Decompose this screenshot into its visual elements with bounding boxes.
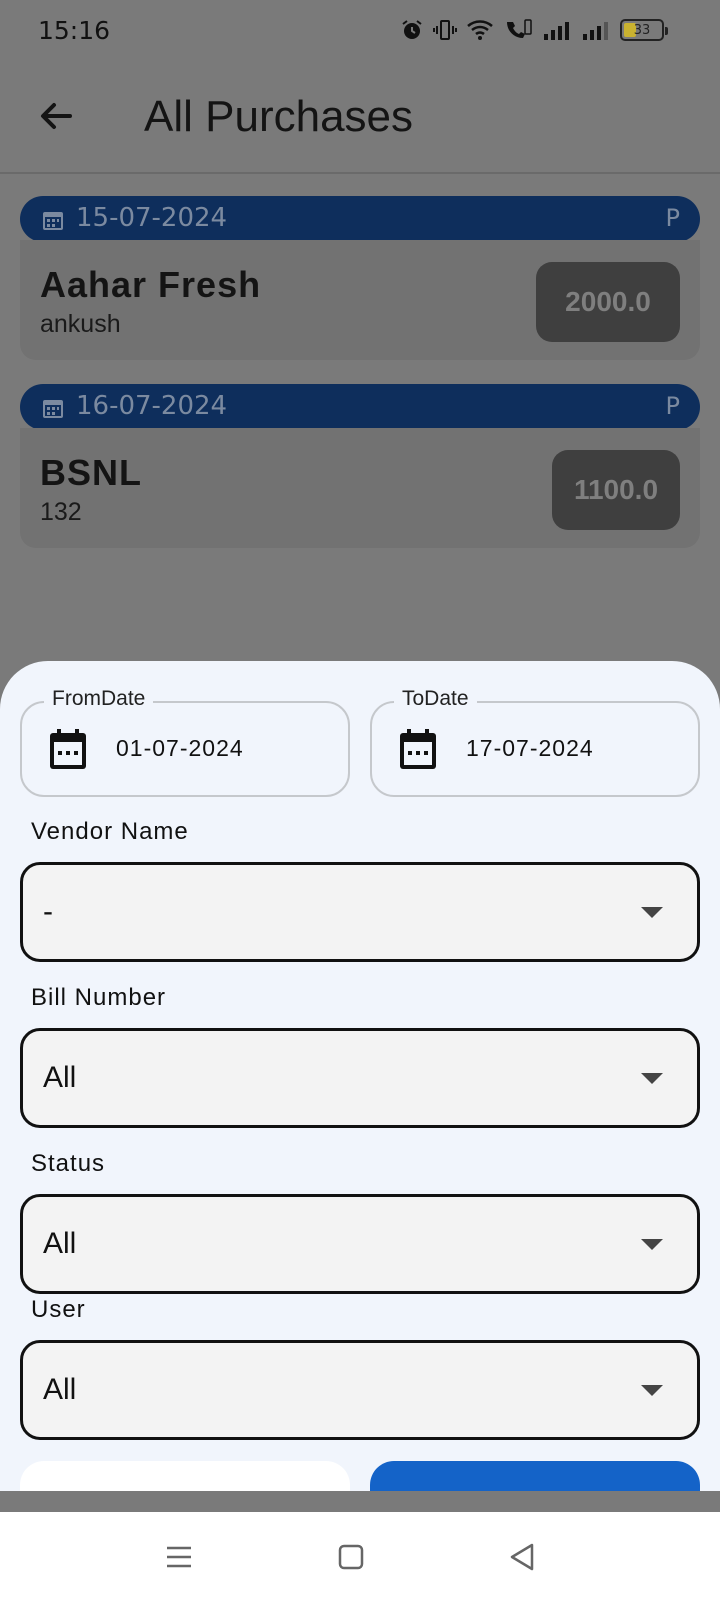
- from-date-value: 01-07-2024: [116, 735, 244, 761]
- calendar-icon: [43, 212, 63, 230]
- user-label: User: [31, 1296, 86, 1323]
- user-value: All: [43, 1373, 77, 1406]
- from-date-field[interactable]: FromDate 01-07-2024: [20, 687, 350, 797]
- dropdown-arrow-icon: [641, 1239, 663, 1250]
- calendar-icon: [43, 400, 63, 418]
- vendor-name-label: Vendor Name: [31, 818, 189, 845]
- vendor-name: BSNL: [40, 452, 142, 493]
- wifi-calling-icon: [507, 19, 532, 38]
- purchase-status: P: [665, 392, 680, 420]
- apply-button[interactable]: [370, 1461, 700, 1491]
- bill-number-value: All: [43, 1061, 77, 1094]
- purchase-item[interactable]: 16-07-2024 P BSNL 132 1100.0: [20, 384, 700, 548]
- calendar-icon: [50, 729, 86, 769]
- amount-badge: 1100.0: [552, 450, 680, 530]
- status-time: 15:16: [38, 16, 111, 45]
- calendar-icon: [400, 729, 436, 769]
- vendor-name-select[interactable]: -: [20, 862, 700, 962]
- user-select[interactable]: All: [20, 1340, 700, 1440]
- alarm-icon: [402, 20, 422, 39]
- signal-icon: [544, 22, 569, 40]
- purchase-status: P: [665, 204, 680, 232]
- vendor-name: Aahar Fresh: [40, 264, 262, 305]
- bill-number-label: Bill Number: [31, 984, 167, 1011]
- home-icon[interactable]: [334, 1540, 368, 1574]
- date-pill: 16-07-2024 P: [20, 384, 700, 430]
- amount-badge: 2000.0: [536, 262, 680, 342]
- cancel-button[interactable]: [20, 1461, 350, 1491]
- purchase-date: 15-07-2024: [76, 203, 228, 233]
- app-bar: All Purchases: [0, 62, 720, 174]
- bill-number-select[interactable]: All: [20, 1028, 700, 1128]
- status-label: Status: [31, 1150, 106, 1177]
- wifi-icon: [467, 20, 493, 40]
- signal-icon-2: [583, 22, 608, 40]
- purchase-card: Aahar Fresh ankush 2000.0: [20, 240, 700, 360]
- user-name: 132: [40, 498, 82, 526]
- to-date-field[interactable]: ToDate 17-07-2024: [370, 687, 700, 797]
- status-select[interactable]: All: [20, 1194, 700, 1294]
- purchase-date: 16-07-2024: [76, 391, 228, 421]
- vibrate-icon: [433, 20, 457, 40]
- user-name: ankush: [40, 310, 121, 338]
- battery-level: 33: [633, 22, 651, 38]
- filter-bottom-sheet: FromDate 01-07-2024 ToDate 17-07-2024 Ve…: [0, 661, 720, 1491]
- to-date-label: ToDate: [394, 687, 477, 711]
- dropdown-arrow-icon: [641, 907, 663, 918]
- purchase-card: BSNL 132 1100.0: [20, 428, 700, 548]
- vendor-name-value: -: [43, 895, 53, 928]
- page-title: All Purchases: [144, 92, 414, 141]
- status-value: All: [43, 1227, 77, 1260]
- back-nav-icon[interactable]: [506, 1540, 540, 1574]
- to-date-value: 17-07-2024: [466, 735, 594, 761]
- battery-icon: 33: [620, 19, 668, 41]
- menu-icon[interactable]: [162, 1540, 196, 1574]
- dropdown-arrow-icon: [641, 1073, 663, 1084]
- back-button[interactable]: [36, 96, 76, 136]
- back-arrow-icon: [41, 103, 72, 129]
- from-date-label: FromDate: [44, 687, 154, 711]
- dropdown-arrow-icon: [641, 1385, 663, 1396]
- purchase-item[interactable]: 15-07-2024 P Aahar Fresh ankush 2000.0: [20, 196, 700, 360]
- system-nav-bar: [0, 1512, 720, 1600]
- status-icons: 33: [400, 18, 668, 42]
- date-pill: 15-07-2024 P: [20, 196, 700, 242]
- status-bar: 15:16 33: [0, 0, 720, 62]
